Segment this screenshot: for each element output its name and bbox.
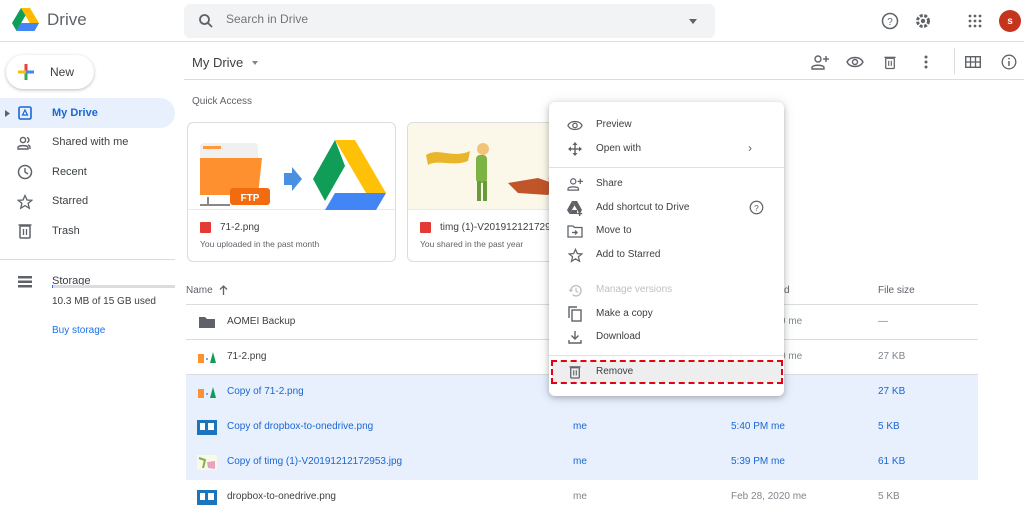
sidebar-item-recent[interactable]: Recent (0, 157, 175, 187)
help-icon[interactable]: ? (880, 11, 900, 31)
sidebar-item-storage[interactable]: Storage (0, 267, 175, 297)
star-icon (567, 247, 583, 263)
sidebar-item-shared-with-me[interactable]: Shared with me (0, 128, 175, 158)
submenu-arrow-icon: › (748, 141, 752, 155)
chevron-down-icon[interactable] (252, 61, 258, 65)
quick-access-card[interactable]: FTP 71-2.png You uploaded in the past mo… (187, 122, 396, 262)
app-name: Drive (47, 10, 87, 29)
image-thumbnail-icon (198, 352, 216, 363)
column-modified-header[interactable]: d (784, 285, 790, 296)
settings-icon[interactable] (913, 11, 933, 31)
menu-item-move-to[interactable]: Move to (549, 220, 784, 242)
download-icon (567, 329, 583, 345)
top-bar: Drive ? s (0, 0, 1024, 42)
image-thumbnail-icon (197, 455, 217, 470)
storage-icon (17, 274, 33, 290)
search-bar[interactable] (184, 4, 715, 38)
menu-item-manage-versions: Manage versions (549, 279, 784, 301)
menu-spacer (549, 272, 784, 273)
add-person-icon[interactable] (811, 53, 829, 71)
apps-grid-icon[interactable] (965, 11, 985, 31)
expand-arrow-icon[interactable] (5, 110, 10, 117)
sidebar-item-trash[interactable]: Trash (0, 216, 175, 246)
move-folder-icon (567, 223, 583, 239)
drive-logo[interactable]: Drive (12, 8, 87, 32)
card-subtitle: You shared in the past year (420, 239, 524, 249)
column-size-header[interactable]: File size (878, 285, 915, 296)
menu-divider (549, 355, 784, 356)
storage-bar-fill (52, 285, 53, 288)
menu-item-add-shortcut[interactable]: Add shortcut to Drive ? (549, 197, 784, 219)
card-thumbnail: FTP (188, 123, 395, 210)
account-avatar[interactable]: s (999, 10, 1021, 32)
context-menu: Preview Open with › Share Add shortcut t… (549, 102, 784, 396)
storage-used-text: 10.3 MB of 15 GB used (52, 296, 156, 307)
menu-item-make-a-copy[interactable]: Make a copy (549, 303, 784, 325)
drive-logo-icon (12, 8, 39, 31)
quick-access-title: Quick Access (192, 96, 253, 107)
card-subtitle: You uploaded in the past month (200, 239, 320, 249)
shared-icon (17, 135, 33, 151)
column-name-header[interactable]: Name (186, 285, 213, 296)
storage-bar (52, 285, 175, 288)
menu-item-remove[interactable]: Remove (551, 360, 783, 384)
info-icon[interactable] (1000, 53, 1018, 71)
add-person-icon (567, 176, 583, 192)
my-drive-icon (17, 105, 33, 121)
image-file-icon (420, 222, 431, 233)
table-row-selected[interactable]: Copy of timg (1)-V20191212172953.jpg me … (186, 445, 978, 480)
menu-item-share[interactable]: Share (549, 173, 784, 195)
search-icon (199, 14, 213, 28)
card-file-name: 71-2.png (220, 222, 260, 233)
image-thumbnail-icon (197, 420, 217, 435)
search-options-icon[interactable] (689, 19, 697, 24)
grid-view-icon[interactable] (964, 53, 982, 71)
sidebar-divider (0, 258, 175, 260)
svg-text:?: ? (754, 203, 759, 213)
svg-text:FTP: FTP (241, 193, 260, 204)
image-file-icon (200, 222, 211, 233)
trash-icon (17, 223, 33, 239)
menu-item-open-with[interactable]: Open with › (549, 138, 784, 160)
menu-divider (549, 167, 784, 168)
table-row-selected[interactable]: Copy of dropbox-to-onedrive.png me 5:40 … (186, 410, 978, 445)
new-button-label: New (50, 65, 75, 79)
preview-icon[interactable] (846, 53, 864, 71)
ftp-to-drive-image: FTP (200, 140, 386, 210)
star-icon (17, 193, 33, 210)
search-input[interactable] (226, 12, 666, 26)
help-icon[interactable]: ? (749, 200, 764, 218)
card-file-name: timg (1)-V201912121729 (440, 222, 551, 233)
menu-item-preview[interactable]: Preview (549, 114, 784, 136)
plus-icon (18, 64, 34, 80)
eye-icon (567, 117, 583, 133)
clock-icon (17, 164, 33, 180)
more-icon[interactable] (917, 53, 935, 71)
main-toolbar: My Drive (184, 42, 1024, 80)
trash-icon (567, 364, 583, 380)
svg-text:?: ? (887, 17, 893, 28)
image-thumbnail-icon (197, 490, 217, 505)
image-thumbnail-icon (198, 387, 216, 398)
buy-storage-link[interactable]: Buy storage (52, 325, 105, 336)
menu-item-download[interactable]: Download (549, 326, 784, 348)
drive-shortcut-icon (567, 200, 583, 216)
toolbar-separator (954, 48, 955, 74)
move-arrows-icon (567, 141, 583, 157)
my-drive-title[interactable]: My Drive (192, 55, 243, 70)
menu-item-add-to-starred[interactable]: Add to Starred (549, 244, 784, 266)
sort-arrow-up-icon[interactable] (219, 285, 228, 295)
delete-icon[interactable] (881, 53, 899, 71)
sidebar: My Drive Shared with me Recent Starred T… (0, 98, 175, 296)
table-row[interactable]: dropbox-to-onedrive.png me Feb 28, 2020 … (186, 480, 978, 515)
sidebar-item-my-drive[interactable]: My Drive (0, 98, 175, 128)
new-button[interactable]: New (6, 55, 94, 89)
history-icon (567, 282, 583, 298)
folder-icon (199, 317, 215, 328)
copy-icon (567, 306, 583, 322)
sidebar-item-starred[interactable]: Starred (0, 187, 175, 217)
